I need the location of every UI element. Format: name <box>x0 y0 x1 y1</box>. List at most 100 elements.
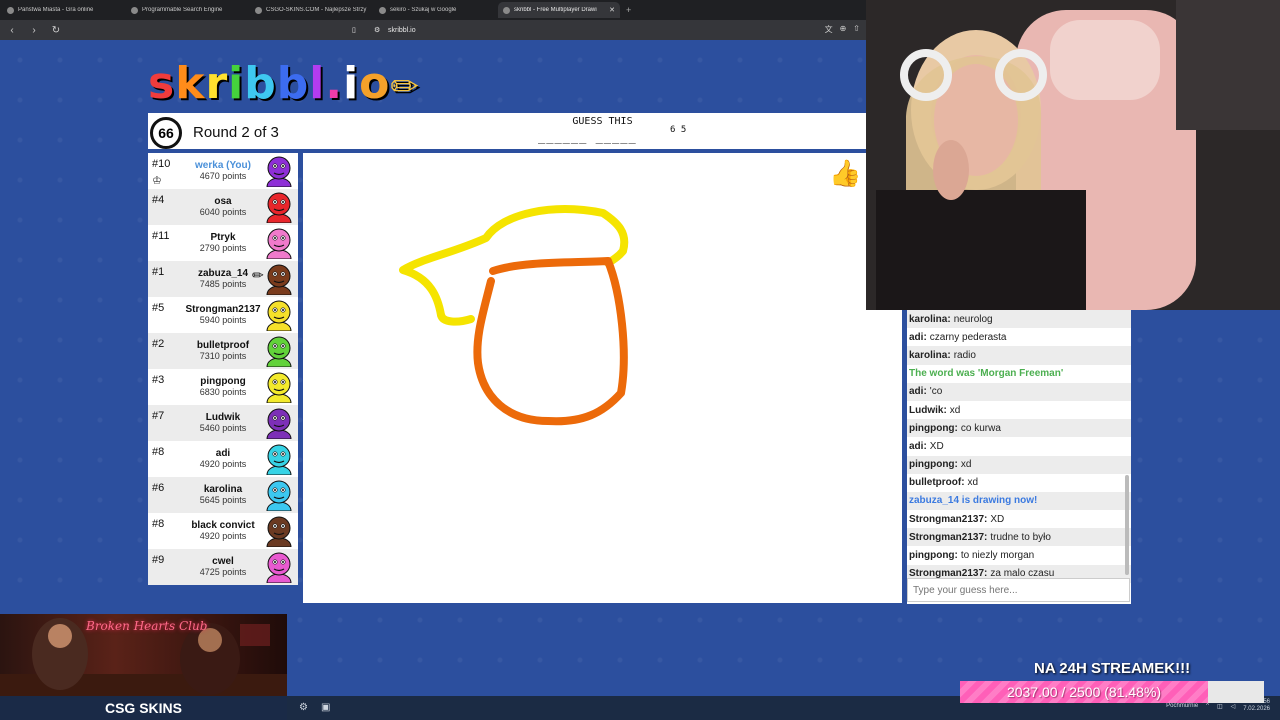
player-row[interactable]: #11 Ptryk 2790 points <box>148 225 298 261</box>
player-rank: #1 <box>152 266 165 278</box>
tab-title: Państwa Miasta - Gra online <box>18 7 94 13</box>
url-text: skribbl.io <box>388 26 416 34</box>
chat-user: bulletproof: <box>909 477 965 489</box>
browser-tab[interactable]: Programmable Search Engine <box>126 2 248 18</box>
chat-user: karolina: <box>909 349 951 361</box>
settings-icon[interactable]: ⚙ <box>299 702 311 714</box>
player-row[interactable]: #2 bulletproof 7310 points <box>148 333 298 369</box>
chat-text: 'co <box>929 386 943 398</box>
share-icon[interactable]: ⇧ <box>853 24 860 35</box>
player-row[interactable]: #8 black convict 4920 points <box>148 513 298 549</box>
player-avatar <box>266 192 292 223</box>
webcam-feed <box>866 0 1280 310</box>
player-points: 5460 points <box>199 423 247 433</box>
browser-tab[interactable]: sekiro - Szukaj w Google <box>374 2 496 18</box>
thumbs-up-icon[interactable]: 👍 <box>829 158 861 189</box>
player-avatar <box>266 372 292 403</box>
chat-message: pingpong: to niezly morgan <box>907 546 1131 564</box>
player-row[interactable]: #6 karolina 5645 points <box>148 477 298 513</box>
player-rank: #3 <box>152 374 165 386</box>
browser-tab[interactable]: Państwa Miasta - Gra online <box>2 2 124 18</box>
player-rank: #11 <box>152 230 170 242</box>
chat-message: Strongman2137: XD <box>907 510 1131 528</box>
chat-message: bulletproof: xd <box>907 474 1131 492</box>
player-name: osa <box>214 196 232 207</box>
player-name: pingpong <box>200 376 246 387</box>
guess-input[interactable] <box>907 578 1130 602</box>
translate-icon[interactable]: 文 <box>825 24 833 35</box>
forward-icon[interactable]: › <box>28 25 40 36</box>
player-list: #10 ♔ werka (You) 4670 points #4 osa 6040 poin… <box>148 153 298 585</box>
browser-address-bar: ‹ › ↻ ▯ ⚙ skribbl.io 文 ⊕ ⇧ <box>0 20 866 40</box>
drawing <box>399 205 629 426</box>
player-row[interactable]: #7 Ludwik 5460 points <box>148 405 298 441</box>
chat-text: XD <box>929 440 944 452</box>
browser-tab[interactable]: CSGO-SKINS.COM - Najlepsze Strzy <box>250 2 372 18</box>
chat-user: pingpong: <box>909 422 958 434</box>
new-tab-button[interactable]: + <box>622 5 635 15</box>
player-name: werka (You) <box>195 160 251 171</box>
chat-user: Strongman2137: <box>909 513 988 525</box>
chat-user: karolina: <box>909 313 951 325</box>
player-avatar <box>266 228 292 259</box>
clock-date: 7.02.2026 <box>1243 706 1270 712</box>
chat-user: Ludwik: <box>909 404 947 416</box>
zoom-icon[interactable]: ⊕ <box>840 24 847 35</box>
system-message-text: zabuza_14 is drawing now! <box>909 495 1038 507</box>
chat-text: XD <box>990 513 1005 525</box>
player-rank: #8 <box>152 518 165 530</box>
close-tab-icon[interactable]: ✕ <box>609 6 615 14</box>
player-row[interactable]: #3 pingpong 6830 points <box>148 369 298 405</box>
round-indicator: Round 2 of 3 <box>193 124 279 141</box>
player-name: Ludwik <box>205 412 241 423</box>
site-info-icon[interactable]: ⚙ <box>374 26 380 34</box>
player-name: cwel <box>212 556 234 567</box>
sponsor-ad-image: Broken Hearts Club <box>0 614 287 696</box>
tab-favicon-icon <box>503 6 510 14</box>
reload-icon[interactable]: ↻ <box>50 25 62 36</box>
player-points: 4725 points <box>199 567 247 577</box>
neon-sign: Broken Hearts Club <box>86 619 208 633</box>
sponsor-banner: CSG SKINS <box>0 696 287 720</box>
weather-text: Pochmurnie <box>1166 703 1199 709</box>
back-icon[interactable]: ‹ <box>6 25 18 36</box>
guess-label: GUESS THIS <box>572 116 633 127</box>
tray-chevron-icon[interactable]: ^ <box>1206 703 1209 709</box>
chat-message: karolina: radio <box>907 346 1131 365</box>
player-points: 4920 points <box>199 459 247 469</box>
chat-message: adi:'co <box>907 382 1131 401</box>
player-row[interactable]: #1 zabuza_14 7485 points ✏ <box>148 261 298 297</box>
app-icon[interactable]: ▣ <box>321 702 333 714</box>
player-points: 4670 points <box>199 171 247 181</box>
bookmark-icon[interactable]: ▯ <box>352 26 356 34</box>
chat-message: karolina: neurolog <box>907 310 1131 329</box>
network-icon[interactable]: ◫ <box>1217 703 1223 710</box>
volume-icon[interactable]: ◁ <box>1231 703 1236 710</box>
browser-tab[interactable]: skribbl - Free Multiplayer Drawi ✕ <box>498 2 620 18</box>
goal-progress-text: 2037.00 / 2500 (81.48%) <box>1006 684 1162 700</box>
player-row[interactable]: #5 Strongman2137 5940 points <box>148 297 298 333</box>
player-row[interactable]: #10 ♔ werka (You) 4670 points <box>148 153 298 189</box>
chat-user: adi: <box>909 331 927 343</box>
tab-favicon-icon <box>7 6 14 14</box>
player-row[interactable]: #4 osa 6040 points <box>148 189 298 225</box>
chat-user: pingpong: <box>909 550 958 562</box>
word-length-hint: 6 5 <box>670 125 687 135</box>
player-row[interactable]: #8 adi 4920 points <box>148 441 298 477</box>
word-hint: ______ _____ <box>538 130 637 144</box>
chat-scrollbar[interactable] <box>1125 475 1129 575</box>
player-rank: #7 <box>152 410 165 422</box>
player-points: 6830 points <box>199 387 247 397</box>
chat-message: adi: XD <box>907 437 1131 455</box>
player-row[interactable]: #9 cwel 4725 points <box>148 549 298 585</box>
player-avatar <box>266 480 292 511</box>
player-points: 6040 points <box>199 207 247 217</box>
pencil-icon: ✏ <box>390 67 420 107</box>
drawing-canvas[interactable] <box>303 153 902 603</box>
chat-text: radio <box>953 349 976 361</box>
chat-text: neurolog <box>953 313 993 325</box>
player-name: black convict <box>191 520 255 531</box>
url-field[interactable]: ▯ ⚙ skribbl.io <box>352 23 852 37</box>
player-avatar <box>266 444 292 475</box>
system-message-text: The word was 'Morgan Freeman' <box>909 368 1064 380</box>
